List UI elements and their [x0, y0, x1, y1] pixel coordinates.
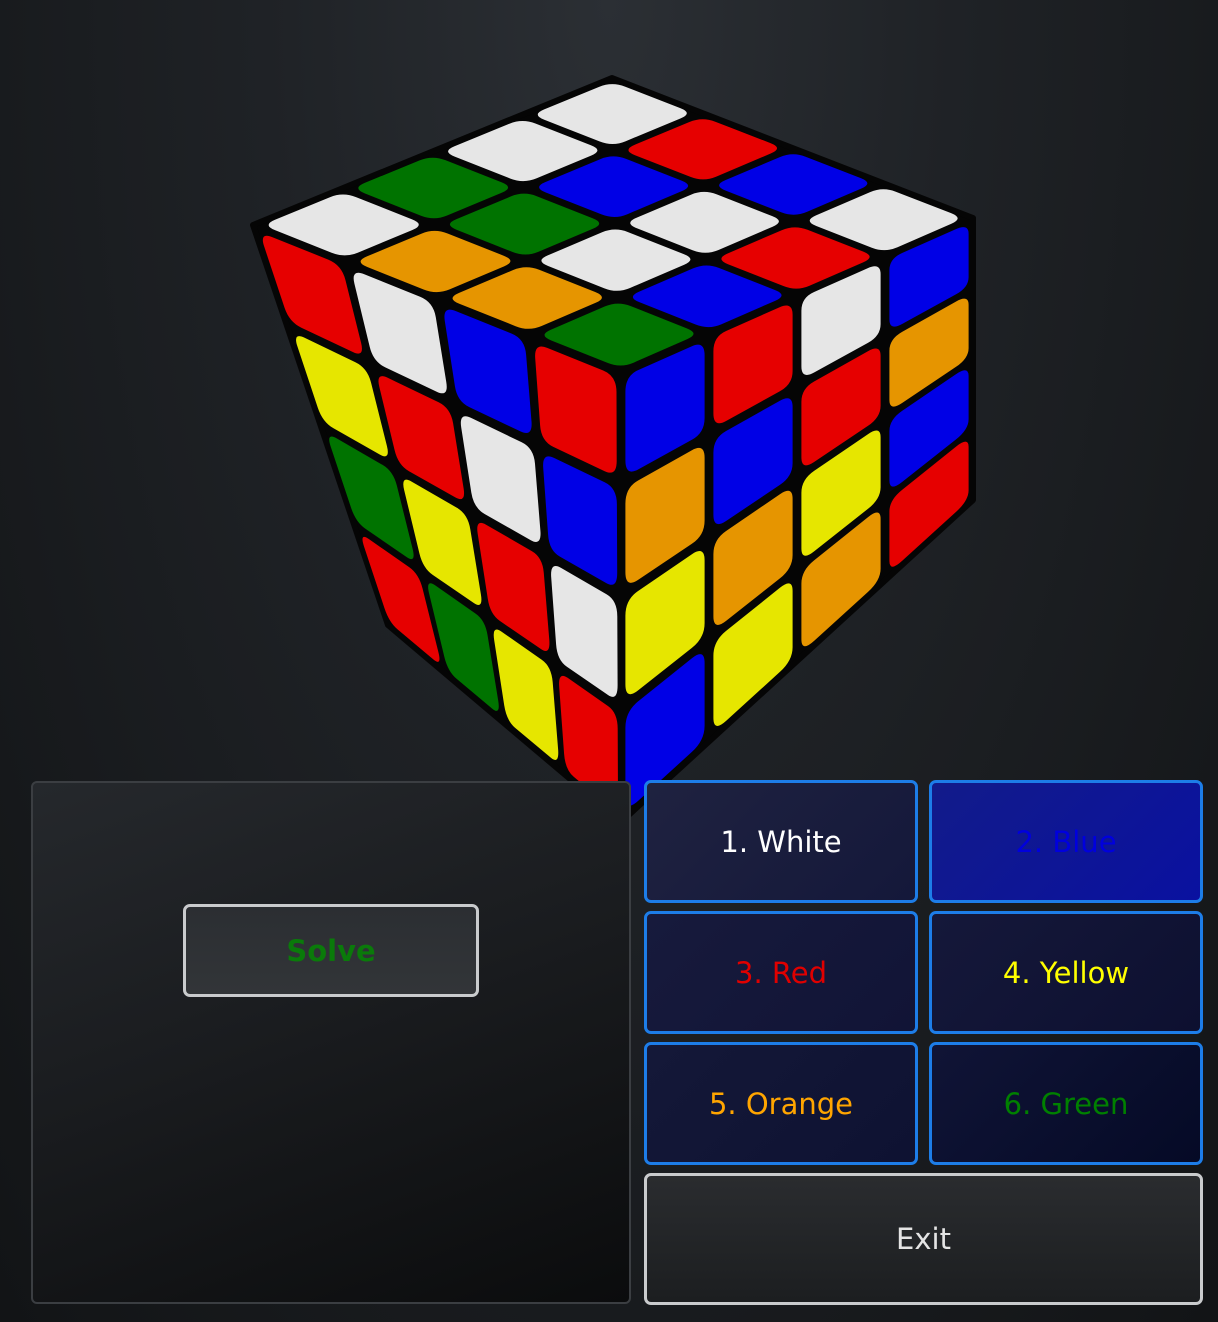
cube-3d[interactable] [0, 0, 1218, 830]
solve-panel: Solve [31, 781, 631, 1304]
color-button-blue[interactable]: 2. Blue [929, 780, 1203, 903]
color-button-orange[interactable]: 5. Orange [644, 1042, 918, 1165]
color-button-red[interactable]: 3. Red [644, 911, 918, 1034]
cube-view[interactable] [0, 0, 1218, 830]
exit-button[interactable]: Exit [644, 1173, 1203, 1305]
color-button-green[interactable]: 6. Green [929, 1042, 1203, 1165]
color-button-white[interactable]: 1. White [644, 780, 918, 903]
color-button-yellow[interactable]: 4. Yellow [929, 911, 1203, 1034]
solve-button[interactable]: Solve [183, 904, 479, 997]
